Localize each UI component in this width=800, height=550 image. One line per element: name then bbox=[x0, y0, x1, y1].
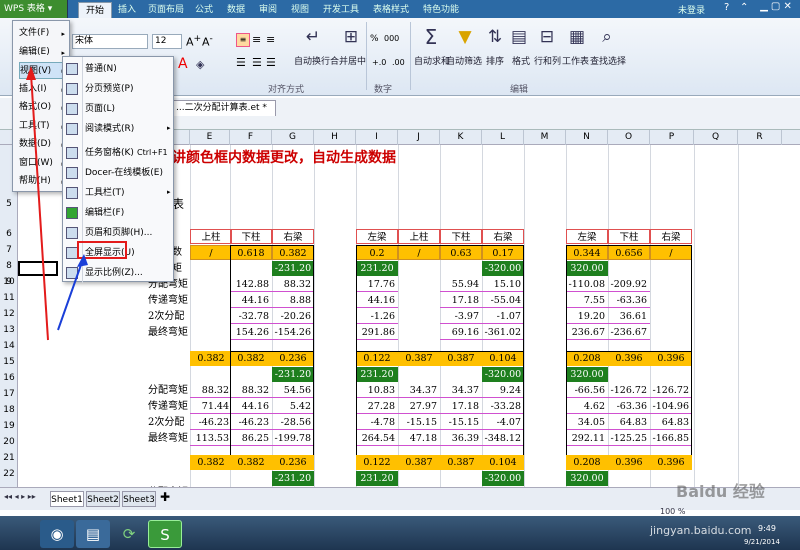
clock-date: 9/21/2014 bbox=[744, 538, 780, 546]
red-arrow-head bbox=[26, 66, 36, 80]
sheet-tab-3[interactable]: Sheet3 bbox=[122, 491, 156, 507]
clock-time: 9:49 bbox=[758, 524, 776, 533]
start-orb-icon[interactable]: ◉ bbox=[40, 520, 74, 548]
watermark-url: jingyan.baidu.com bbox=[650, 524, 752, 537]
watermark-brand: Baidu 经验 bbox=[676, 482, 765, 501]
blue-arrow-line bbox=[57, 261, 83, 331]
annotation-arrows bbox=[26, 66, 88, 341]
zoom-level[interactable]: 100 % bbox=[660, 507, 685, 516]
red-arrow-line bbox=[30, 73, 49, 341]
explorer-icon[interactable]: ▤ bbox=[76, 520, 110, 548]
sheet-tab-2[interactable]: Sheet2 bbox=[86, 491, 120, 507]
add-sheet-icon[interactable]: ✚ bbox=[160, 490, 170, 504]
sheet-nav-arrows[interactable]: ◂◂ ◂ ▸ ▸▸ bbox=[4, 492, 36, 501]
blue-arrow-head bbox=[77, 254, 88, 267]
sheet-tab-1[interactable]: Sheet1 bbox=[50, 491, 84, 507]
wps-spreadsheet-icon[interactable]: S bbox=[148, 520, 182, 548]
refresh-app-icon[interactable]: ⟳ bbox=[112, 520, 146, 548]
